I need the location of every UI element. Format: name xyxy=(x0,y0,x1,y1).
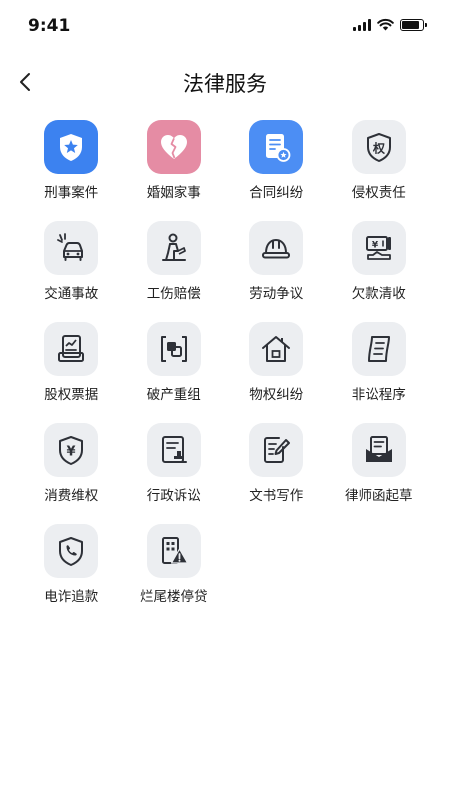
service-item-criminal-case[interactable]: 刑事案件 xyxy=(20,120,123,201)
document-pen-icon xyxy=(249,423,304,477)
service-label: 电诈追款 xyxy=(44,589,99,605)
service-label: 侵权责任 xyxy=(351,185,406,201)
yen-glyph: ¥ xyxy=(67,445,76,460)
service-item-work-injury[interactable]: 工伤赔偿 xyxy=(123,221,226,302)
service-label: 文书写作 xyxy=(249,488,304,504)
service-label: 交通事故 xyxy=(44,286,99,302)
service-item-administrative-litigation[interactable]: 行政诉讼 xyxy=(123,423,226,504)
service-label: 非讼程序 xyxy=(351,387,406,403)
service-item-bankruptcy[interactable]: 破产重组 xyxy=(123,322,226,403)
shield-star-icon xyxy=(44,120,99,174)
service-label: 物权纠纷 xyxy=(249,387,304,403)
cellular-signal-icon xyxy=(353,18,371,31)
wifi-icon xyxy=(377,18,394,31)
hard-hat-icon xyxy=(249,221,304,275)
yen-glyph: ¥ xyxy=(372,241,379,251)
shield-phone-icon xyxy=(44,524,99,578)
service-item-document-writing[interactable]: 文书写作 xyxy=(225,423,328,504)
service-label: 劳动争议 xyxy=(249,286,304,302)
service-item-tort-liability[interactable]: 权 侵权责任 xyxy=(328,120,431,201)
building-warning-icon xyxy=(146,524,201,578)
house-icon xyxy=(249,322,304,376)
service-item-property-dispute[interactable]: 物权纠纷 xyxy=(225,322,328,403)
stock-document-icon xyxy=(44,322,99,376)
document-stamp-icon xyxy=(146,423,201,477)
service-label: 破产重组 xyxy=(146,387,201,403)
service-label: 婚姻家事 xyxy=(146,185,201,201)
car-crash-icon xyxy=(44,221,99,275)
scroll-document-icon xyxy=(351,322,406,376)
broken-heart-icon xyxy=(146,120,201,174)
restructure-squares-icon xyxy=(146,322,201,376)
service-item-unfinished-building[interactable]: 烂尾楼停贷 xyxy=(123,524,226,605)
page-title: 法律服务 xyxy=(183,72,267,96)
service-item-consumer-rights[interactable]: ¥ 消费维权 xyxy=(20,423,123,504)
money-bill-icon: ¥ xyxy=(351,221,406,275)
service-item-equity-bills[interactable]: 股权票据 xyxy=(20,322,123,403)
status-icons xyxy=(353,18,427,31)
service-label: 消费维权 xyxy=(44,488,99,504)
shield-yen-icon: ¥ xyxy=(44,423,99,477)
shield-rights-icon: 权 xyxy=(351,120,406,174)
injured-person-icon xyxy=(146,221,201,275)
service-label: 刑事案件 xyxy=(44,185,99,201)
service-item-debt-collection[interactable]: ¥ 欠款清收 xyxy=(328,221,431,302)
battery-icon xyxy=(400,18,427,31)
service-label: 股权票据 xyxy=(44,387,99,403)
service-grid: 刑事案件 婚姻家事 合同纠纷 权 侵权责任 交通事故 工伤赔偿 劳动争议 ¥ 欠… xyxy=(20,120,430,605)
service-label: 行政诉讼 xyxy=(146,488,201,504)
contract-document-icon xyxy=(249,120,304,174)
letter-envelope-icon xyxy=(351,423,406,477)
service-label: 欠款清收 xyxy=(351,286,406,302)
service-item-lawyer-letter[interactable]: 律师函起草 xyxy=(328,423,431,504)
service-item-fraud-recovery[interactable]: 电诈追款 xyxy=(20,524,123,605)
service-item-traffic-accident[interactable]: 交通事故 xyxy=(20,221,123,302)
service-label: 律师函起草 xyxy=(345,488,413,504)
service-item-labor-dispute[interactable]: 劳动争议 xyxy=(225,221,328,302)
status-time: 9:41 xyxy=(28,16,71,36)
service-label: 烂尾楼停贷 xyxy=(140,589,208,605)
status-bar: 9:41 xyxy=(0,0,450,50)
service-item-marriage-family[interactable]: 婚姻家事 xyxy=(123,120,226,201)
service-label: 合同纠纷 xyxy=(249,185,304,201)
rights-glyph: 权 xyxy=(372,141,386,156)
service-item-contract-dispute[interactable]: 合同纠纷 xyxy=(225,120,328,201)
nav-bar: 法律服务 xyxy=(0,58,450,106)
service-label: 工伤赔偿 xyxy=(146,286,201,302)
service-item-non-litigation[interactable]: 非讼程序 xyxy=(328,322,431,403)
